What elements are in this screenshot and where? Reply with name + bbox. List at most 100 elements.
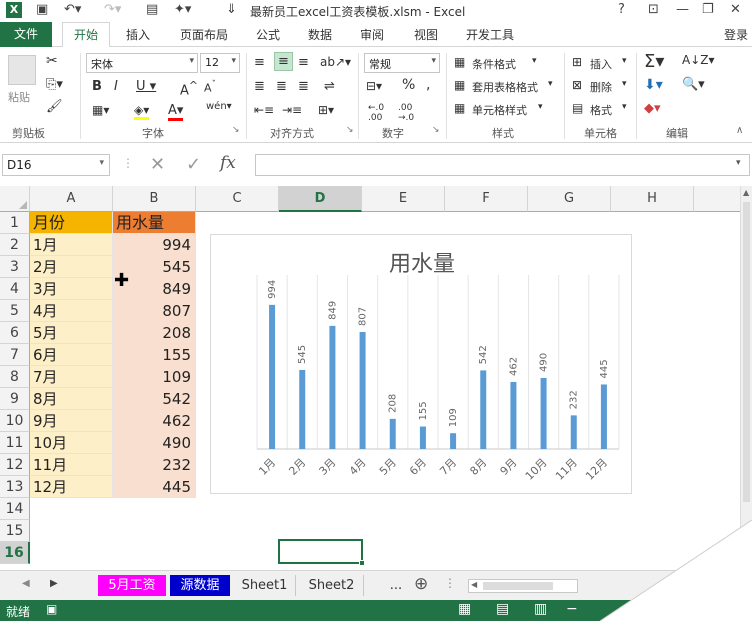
format-as-table-button[interactable]: 套用表格格式 (472, 79, 538, 95)
close-icon[interactable]: ✕ (730, 2, 741, 17)
table-cell-month[interactable]: 6月 (30, 344, 113, 366)
restore-icon[interactable]: ❐ (702, 2, 714, 17)
alignment-dialog-launcher-icon[interactable]: ↘ (346, 125, 354, 135)
ribbon-display-icon[interactable]: ⊡ (648, 2, 659, 17)
format-cells-button[interactable]: 格式 (590, 102, 612, 118)
conditional-format-button[interactable]: 条件格式 (472, 56, 516, 72)
table-cell-value[interactable]: 232 (113, 454, 196, 476)
table-cell-value[interactable]: 462 (113, 410, 196, 432)
login-link[interactable]: 登录 (724, 26, 748, 43)
chevron-down-icon[interactable]: ▾ (548, 79, 553, 89)
column-header-c[interactable]: C (196, 186, 279, 212)
tab-insert[interactable]: 插入 (126, 26, 150, 43)
font-size-select[interactable]: 12 ▾ (200, 53, 240, 73)
column-header-e[interactable]: E (362, 186, 445, 212)
comma-style-button[interactable]: , (426, 77, 430, 93)
align-right-icon[interactable]: ≣ (298, 79, 309, 94)
column-header-a[interactable]: A (30, 186, 113, 212)
insert-cells-button[interactable]: 插入 (590, 56, 612, 72)
table-cell-month[interactable]: 5月 (30, 322, 113, 344)
tab-file[interactable]: 文件 (0, 22, 52, 47)
table-cell-month[interactable]: 11月 (30, 454, 113, 476)
row-header-13[interactable]: 13 (0, 476, 30, 498)
decrease-indent-icon[interactable]: ⇤≡ (254, 103, 274, 117)
sheet-tab-sheet1[interactable]: Sheet1 (234, 575, 296, 596)
font-color-icon[interactable]: A▾ (168, 103, 184, 121)
row-header-16[interactable]: 16 (0, 542, 30, 564)
row-header-4[interactable]: 4 (0, 278, 30, 300)
customize-icon[interactable]: ✦▾ (174, 2, 191, 17)
table-cell-month[interactable]: 4月 (30, 300, 113, 322)
cell-a1-header[interactable]: 月份 (30, 212, 113, 234)
tab-data[interactable]: 数据 (308, 26, 332, 43)
sheet-tab-source-data[interactable]: 源数据 (170, 575, 230, 596)
expand-formula-icon[interactable]: ▾ (736, 158, 741, 168)
table-cell-value[interactable]: 542 (113, 388, 196, 410)
select-all-corner[interactable] (0, 186, 30, 212)
table-cell-month[interactable]: 8月 (30, 388, 113, 410)
autosum-icon[interactable]: Σ▾ (644, 51, 664, 72)
tab-home[interactable]: 开始 (62, 22, 110, 48)
print-preview-icon[interactable]: ▤ (146, 2, 158, 17)
table-cell-month[interactable]: 1月 (30, 234, 113, 256)
table-cell-value[interactable]: 994 (113, 234, 196, 256)
decrease-decimal-icon[interactable]: .00 →.0 (398, 103, 414, 123)
row-header-2[interactable]: 2 (0, 234, 30, 256)
column-header-f[interactable]: F (445, 186, 528, 212)
align-top-icon[interactable]: ≡ (254, 55, 265, 70)
help-icon[interactable]: ? (618, 2, 625, 17)
row-header-9[interactable]: 9 (0, 388, 30, 410)
table-cell-value[interactable]: 208 (113, 322, 196, 344)
row-header-11[interactable]: 11 (0, 432, 30, 454)
page-break-view-icon[interactable]: ▥ (534, 601, 547, 617)
vertical-scrollbar[interactable]: ▲ (740, 186, 752, 570)
wrap-text-icon[interactable]: ⇌ (324, 79, 335, 94)
format-painter-icon[interactable]: 🖌 (46, 99, 63, 114)
row-header-12[interactable]: 12 (0, 454, 30, 476)
increase-indent-icon[interactable]: ⇥≡ (282, 103, 302, 117)
chevron-down-icon[interactable]: ▾ (532, 56, 537, 66)
column-header-d[interactable]: D (279, 186, 362, 212)
orientation-icon[interactable]: ab↗▾ (320, 55, 351, 69)
merge-center-icon[interactable]: ⊞▾ (318, 103, 334, 117)
enter-icon[interactable]: ✓ (186, 154, 201, 175)
table-cell-value[interactable]: 490 (113, 432, 196, 454)
save-icon[interactable]: ▣ (36, 2, 48, 17)
underline-button[interactable]: U ▾ (136, 79, 156, 94)
clear-icon[interactable]: ◆▾ (644, 101, 661, 116)
accounting-format-icon[interactable]: ⊟▾ (366, 79, 382, 93)
bold-button[interactable]: B (92, 79, 102, 94)
cut-icon[interactable]: ✂ (46, 53, 58, 69)
normal-view-icon[interactable]: ▦ (458, 601, 471, 617)
phonetic-icon[interactable]: wén▾ (206, 101, 232, 112)
sheet-tab-sheet2[interactable]: Sheet2 (300, 575, 364, 596)
more-commands-icon[interactable]: ⇓ (226, 2, 237, 17)
table-cell-month[interactable]: 2月 (30, 256, 113, 278)
cell-styles-button[interactable]: 单元格样式 (472, 102, 527, 118)
redo-icon[interactable]: ↷▾ (104, 2, 121, 17)
copy-icon[interactable]: ⎘▾ (46, 77, 63, 92)
align-bottom-icon[interactable]: ≡ (298, 55, 309, 70)
tab-formulas[interactable]: 公式 (256, 26, 280, 43)
italic-button[interactable]: I (114, 79, 118, 94)
font-name-select[interactable]: 宋体 ▾ (86, 53, 198, 73)
row-header-3[interactable]: 3 (0, 256, 30, 278)
table-cell-value[interactable]: 807 (113, 300, 196, 322)
grow-font-icon[interactable]: A^ (180, 79, 198, 98)
percent-style-button[interactable]: % (402, 77, 415, 93)
more-sheets-button[interactable]: ... (386, 575, 406, 596)
chevron-down-icon[interactable]: ▾ (622, 79, 627, 89)
align-left-icon[interactable]: ≣ (254, 79, 265, 94)
cell-b1-header[interactable]: 用水量 (113, 212, 196, 234)
row-header-5[interactable]: 5 (0, 300, 30, 322)
name-box[interactable]: D16 ▾ (2, 154, 110, 176)
paste-icon[interactable] (8, 55, 36, 85)
row-header-1[interactable]: 1 (0, 212, 30, 234)
tab-review[interactable]: 审阅 (360, 26, 384, 43)
insert-function-button[interactable]: fx (220, 153, 236, 173)
table-cell-month[interactable]: 10月 (30, 432, 113, 454)
cancel-icon[interactable]: ✕ (150, 154, 165, 175)
number-format-select[interactable]: 常规 ▾ (364, 53, 440, 73)
shrink-font-icon[interactable]: Aˇ (204, 79, 216, 95)
active-cell-selection[interactable] (278, 539, 365, 566)
